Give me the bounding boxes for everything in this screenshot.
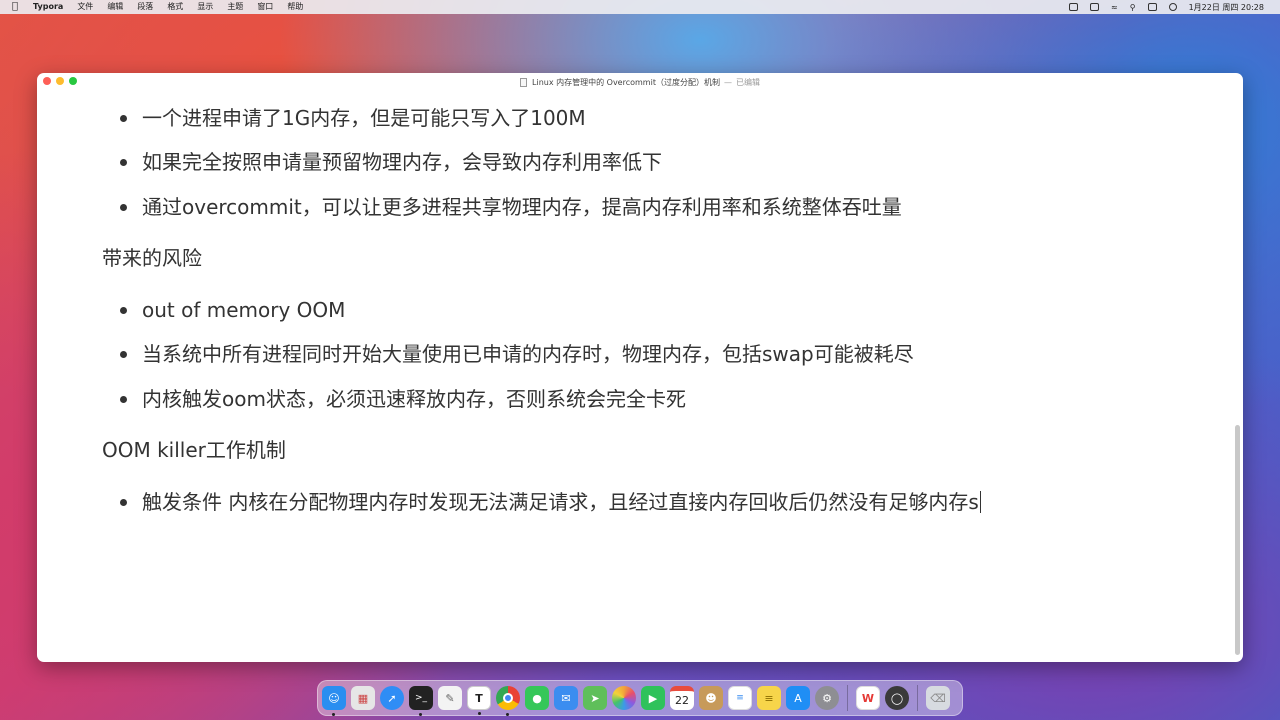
launchpad-icon[interactable]: ▦ [351, 686, 375, 710]
clock[interactable]: 1月22日 周四 20:28 [1183, 2, 1270, 13]
siri-icon[interactable] [1163, 3, 1183, 11]
wifi-icon[interactable]: ≈ [1105, 3, 1124, 12]
calendar-day: 22 [675, 694, 689, 707]
window-titlebar[interactable]: Linux 内存管理中的 Overcommit（过度分配）机制 — 已编辑 [37, 73, 1243, 91]
terminal-icon[interactable]: >_ [409, 686, 433, 716]
control-center-icon[interactable] [1142, 3, 1163, 11]
app-menu[interactable]: Typora [26, 0, 70, 14]
list-item-text: 当系统中所有进程同时开始大量使用已申请的内存时，物理内存，包括swap可能被耗尽 [142, 342, 914, 366]
bullet-icon [120, 204, 127, 211]
paragraph-oom-killer-heading[interactable]: OOM killer工作机制 [102, 436, 286, 464]
calendar-icon[interactable]: 22 [670, 686, 694, 710]
contacts-icon[interactable]: ☻ [699, 686, 723, 710]
edit-status: 已编辑 [735, 77, 760, 87]
finder-icon[interactable]: ☺ [322, 686, 346, 716]
window-title: Linux 内存管理中的 Overcommit（过度分配）机制 [532, 77, 720, 87]
list-item-text: 一个进程申请了1G内存，但是可能只写入了100M [142, 106, 586, 130]
bullet-icon [120, 396, 127, 403]
menu-bar-right: ≈ ⚲ 1月22日 周四 20:28 [1063, 2, 1270, 13]
dock-separator [917, 685, 918, 711]
list-item-text: 触发条件 内核在分配物理内存时发现无法满足请求，且经过直接内存回收后仍然没有足够… [142, 490, 979, 514]
input-method-icon[interactable] [1063, 3, 1084, 11]
bullet-icon [120, 115, 127, 122]
bullet-icon [120, 307, 127, 314]
safari-icon[interactable]: ➚ [380, 686, 404, 710]
menu-help[interactable]: 帮助 [280, 0, 310, 14]
list-item-text: 通过overcommit，可以让更多进程共享物理内存，提高内存利用率和系统整体吞… [142, 195, 902, 219]
messages-icon[interactable]: ● [525, 686, 549, 710]
mail-icon[interactable]: ✉ [554, 686, 578, 710]
text-cursor [979, 491, 981, 513]
paragraph-risks-heading[interactable]: 带来的风险 [102, 244, 202, 272]
reminders-icon[interactable]: ≡ [728, 686, 752, 710]
zoom-window-button[interactable] [69, 77, 77, 85]
editor-content[interactable]: 一个进程申请了1G内存，但是可能只写入了100M 如果完全按照申请量预留物理内存… [37, 91, 1233, 662]
menu-format[interactable]: 格式 [160, 0, 190, 14]
title-separator: — [723, 77, 732, 87]
window-controls [43, 77, 77, 85]
menu-window[interactable]: 窗口 [250, 0, 280, 14]
textedit-icon[interactable]: ✎ [438, 686, 462, 710]
screen-mirroring-icon[interactable] [1084, 3, 1105, 11]
list-item[interactable]: 一个进程申请了1G内存，但是可能只写入了100M [120, 104, 586, 132]
list-item[interactable]: 内核触发oom状态，必须迅速释放内存，否则系统会完全卡死 [120, 385, 686, 413]
maps-icon[interactable]: ➤ [583, 686, 607, 710]
quicktime-icon[interactable]: ◯ [885, 686, 909, 710]
menu-bar:  Typora 文件 编辑 段落 格式 显示 主题 窗口 帮助 ≈ ⚲ 1月2… [0, 0, 1280, 14]
list-item-text: 如果完全按照申请量预留物理内存，会导致内存利用率低下 [142, 150, 662, 174]
vertical-scrollbar[interactable] [1235, 425, 1240, 655]
facetime-icon[interactable]: ▶ [641, 686, 665, 710]
list-item[interactable]: 如果完全按照申请量预留物理内存，会导致内存利用率低下 [120, 148, 662, 176]
appstore-icon[interactable]: A [786, 686, 810, 710]
settings-icon[interactable]: ⚙ [815, 686, 839, 710]
bullet-icon [120, 351, 127, 358]
list-item-text: 内核触发oom状态，必须迅速释放内存，否则系统会完全卡死 [142, 387, 686, 411]
menu-bar-left:  Typora 文件 编辑 段落 格式 显示 主题 窗口 帮助 [10, 0, 310, 14]
wps-icon[interactable]: W [856, 686, 880, 710]
list-item[interactable]: 通过overcommit，可以让更多进程共享物理内存，提高内存利用率和系统整体吞… [120, 193, 902, 221]
dock: ☺ ▦ ➚ >_ ✎ T ● ✉ ➤ ▶ 22 ☻ ≡ ≡ A ⚙ W ◯ ⌫ [317, 680, 963, 716]
bullet-icon [120, 499, 127, 506]
list-item[interactable]: out of memory OOM [120, 296, 346, 324]
close-window-button[interactable] [43, 77, 51, 85]
apple-menu-icon[interactable]:  [10, 0, 26, 14]
search-icon[interactable]: ⚲ [1124, 3, 1142, 12]
bullet-icon [120, 159, 127, 166]
menu-paragraph[interactable]: 段落 [130, 0, 160, 14]
list-item[interactable]: 当系统中所有进程同时开始大量使用已申请的内存时，物理内存，包括swap可能被耗尽 [120, 340, 914, 368]
menu-view[interactable]: 显示 [190, 0, 220, 14]
menu-file[interactable]: 文件 [70, 0, 100, 14]
list-item[interactable]: 触发条件 内核在分配物理内存时发现无法满足请求，且经过直接内存回收后仍然没有足够… [120, 488, 981, 516]
document-icon [520, 77, 528, 87]
minimize-window-button[interactable] [56, 77, 64, 85]
menu-themes[interactable]: 主题 [220, 0, 250, 14]
menu-edit[interactable]: 编辑 [100, 0, 130, 14]
typora-letter: T [475, 691, 483, 705]
dock-separator [847, 685, 848, 711]
list-item-text: out of memory OOM [142, 298, 346, 322]
typora-window: Linux 内存管理中的 Overcommit（过度分配）机制 — 已编辑 一个… [37, 73, 1243, 662]
notes-icon[interactable]: ≡ [757, 686, 781, 710]
typora-icon[interactable]: T [467, 686, 491, 715]
photos-icon[interactable] [612, 686, 636, 710]
chrome-icon[interactable] [496, 686, 520, 716]
trash-icon[interactable]: ⌫ [926, 686, 950, 710]
